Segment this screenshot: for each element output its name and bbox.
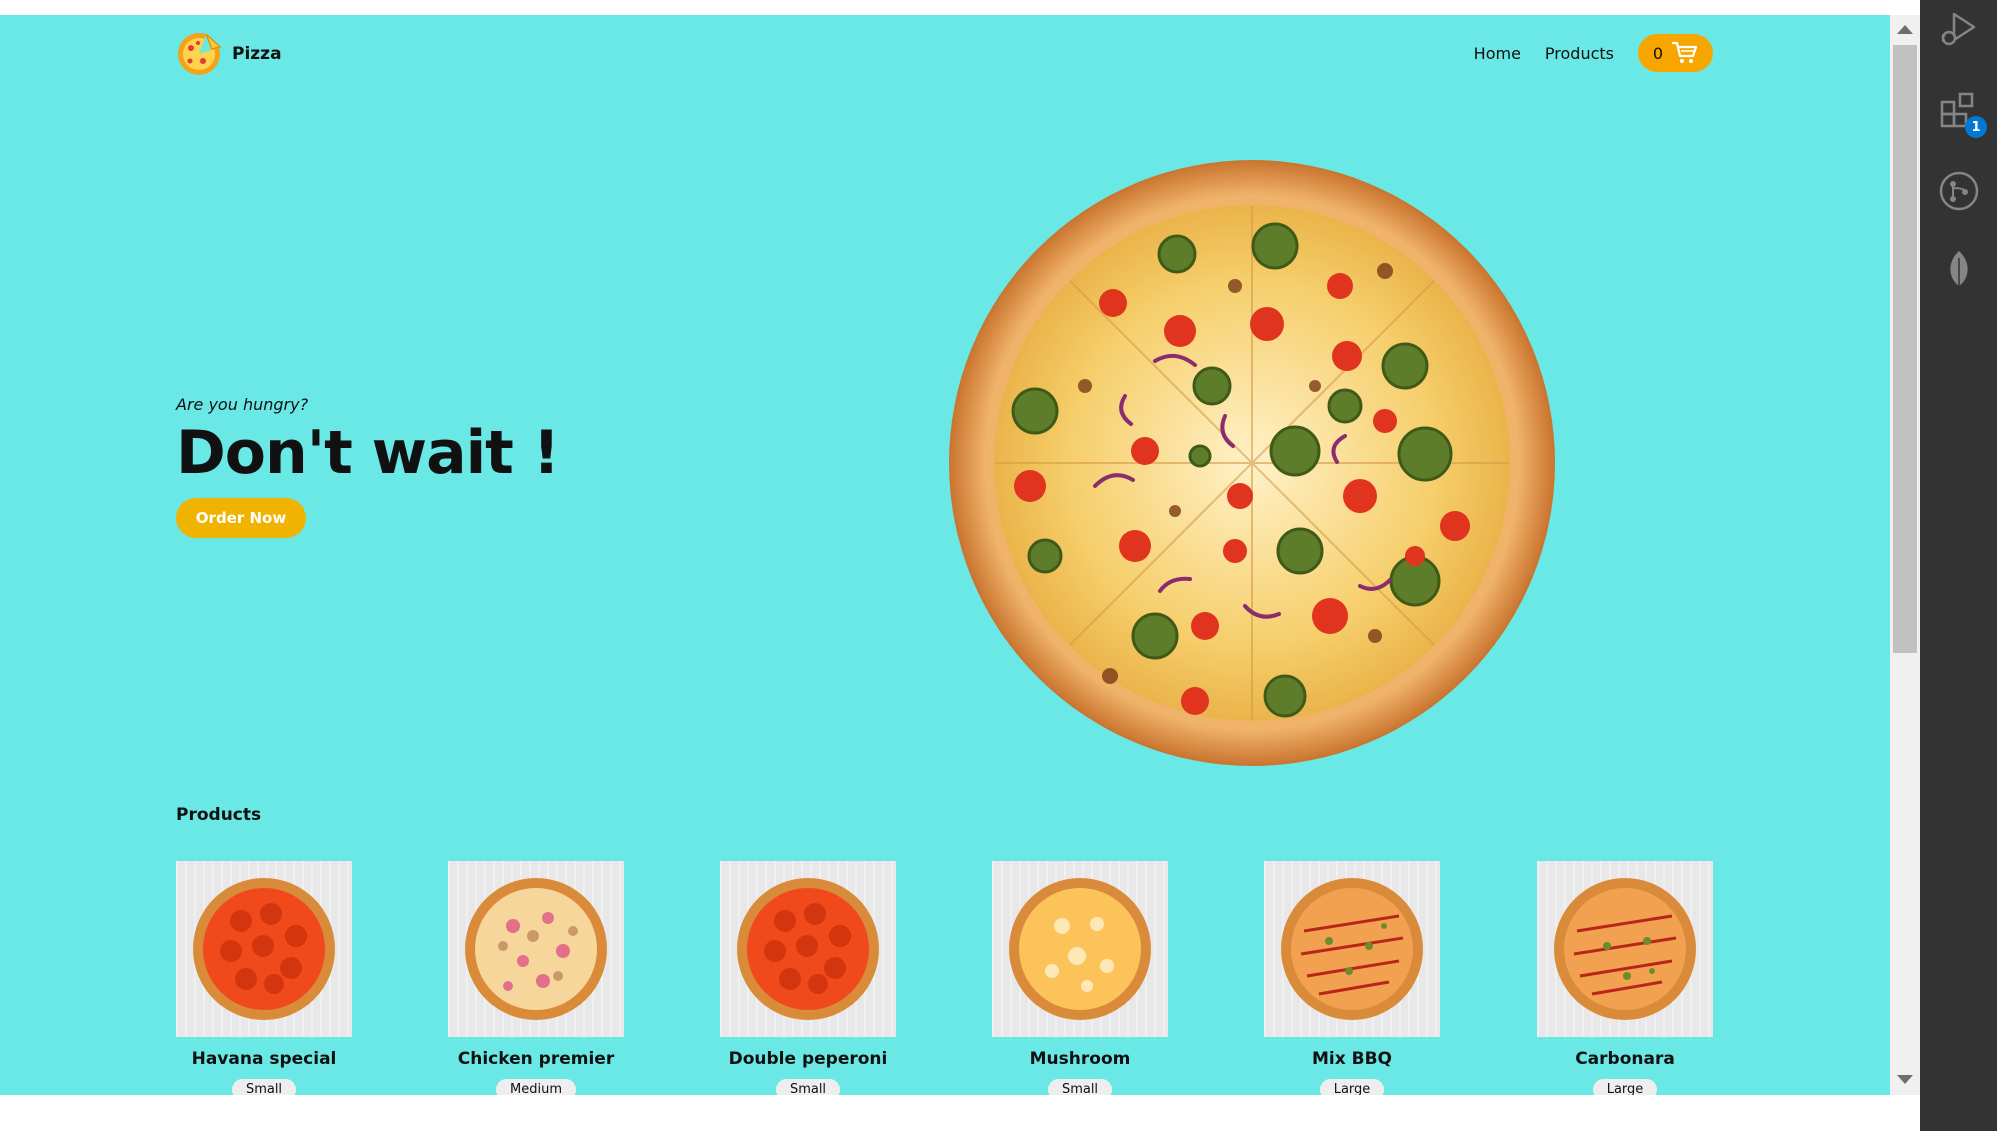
order-now-button[interactable]: Order Now bbox=[176, 498, 306, 538]
hero-subtitle: Are you hungry? bbox=[176, 395, 309, 414]
extensions-button[interactable]: 1 bbox=[1938, 90, 1987, 138]
source-control-icon bbox=[1939, 171, 1979, 211]
size-badge[interactable]: Small bbox=[231, 1079, 297, 1095]
size-badge[interactable]: Small bbox=[775, 1079, 841, 1095]
product-image[interactable] bbox=[992, 861, 1168, 1037]
product-name: Mix BBQ bbox=[1312, 1049, 1392, 1069]
nav-link-products[interactable]: Products bbox=[1545, 44, 1614, 63]
browser-viewport: Pizza Home Products 0 Are you hungry? Do… bbox=[0, 15, 1890, 1095]
product-list: Havana special Small Chicken premier Med… bbox=[176, 861, 1713, 1095]
product-image[interactable] bbox=[720, 861, 896, 1037]
hero-title: Don't wait ! bbox=[176, 418, 560, 488]
product-image[interactable] bbox=[1264, 861, 1440, 1037]
scroll-up-arrow-icon[interactable] bbox=[1897, 25, 1913, 34]
pepperoni-pizza-icon bbox=[193, 878, 335, 1020]
product-card[interactable]: Havana special Small bbox=[176, 861, 352, 1095]
brand-name: Pizza bbox=[232, 44, 282, 64]
size-badge[interactable]: Large bbox=[1592, 1079, 1658, 1095]
scroll-thumb[interactable] bbox=[1893, 45, 1917, 653]
extensions-badge: 1 bbox=[1965, 116, 1987, 138]
activity-bar: 1 bbox=[1920, 0, 1997, 1131]
source-control-button[interactable] bbox=[1938, 170, 1980, 212]
nav-links: Home Products 0 bbox=[1474, 34, 1713, 72]
pizza-logo-icon bbox=[178, 33, 222, 75]
size-badge[interactable]: Medium bbox=[496, 1079, 576, 1095]
product-name: Mushroom bbox=[1029, 1049, 1131, 1069]
cheese-pizza-icon bbox=[1009, 878, 1151, 1020]
product-name: Double peperoni bbox=[728, 1049, 888, 1069]
bbq-pizza-icon bbox=[1281, 878, 1423, 1020]
hero-text: Are you hungry? Don't wait ! Order Now bbox=[176, 395, 560, 538]
run-and-debug-button[interactable] bbox=[1938, 8, 1980, 50]
cart-button[interactable]: 0 bbox=[1638, 34, 1713, 72]
leaf-icon bbox=[1950, 251, 1968, 289]
vertical-scrollbar[interactable] bbox=[1890, 15, 1920, 1095]
product-card[interactable]: Mushroom Small bbox=[992, 861, 1168, 1095]
products-heading: Products bbox=[176, 805, 262, 825]
nav-link-home[interactable]: Home bbox=[1474, 44, 1521, 63]
chicken-pizza-icon bbox=[465, 878, 607, 1020]
product-name: Chicken premier bbox=[457, 1049, 615, 1069]
cart-count: 0 bbox=[1652, 43, 1664, 63]
size-badge[interactable]: Large bbox=[1319, 1079, 1385, 1095]
product-image[interactable] bbox=[1537, 861, 1713, 1037]
navbar: Pizza Home Products 0 bbox=[176, 31, 1713, 75]
product-image[interactable] bbox=[176, 861, 352, 1037]
product-card[interactable]: Double peperoni Small bbox=[720, 861, 896, 1095]
shopping-cart-icon bbox=[1672, 41, 1698, 64]
product-card[interactable]: Mix BBQ Large bbox=[1264, 861, 1440, 1095]
bbq-pizza-icon bbox=[1554, 878, 1696, 1020]
scroll-down-arrow-icon[interactable] bbox=[1897, 1075, 1913, 1084]
product-name: Havana special bbox=[191, 1049, 337, 1069]
product-image[interactable] bbox=[448, 861, 624, 1037]
size-badge[interactable]: Small bbox=[1047, 1079, 1113, 1095]
product-name: Carbonara bbox=[1575, 1049, 1675, 1069]
hero-pizza-image bbox=[949, 160, 1555, 766]
brand[interactable]: Pizza bbox=[176, 31, 282, 77]
product-card[interactable]: Carbonara Large bbox=[1537, 861, 1713, 1095]
product-card[interactable]: Chicken premier Medium bbox=[448, 861, 624, 1095]
pepperoni-pizza-icon bbox=[737, 878, 879, 1020]
database-button[interactable] bbox=[1938, 248, 1980, 290]
run-debug-icon bbox=[1941, 12, 1976, 46]
